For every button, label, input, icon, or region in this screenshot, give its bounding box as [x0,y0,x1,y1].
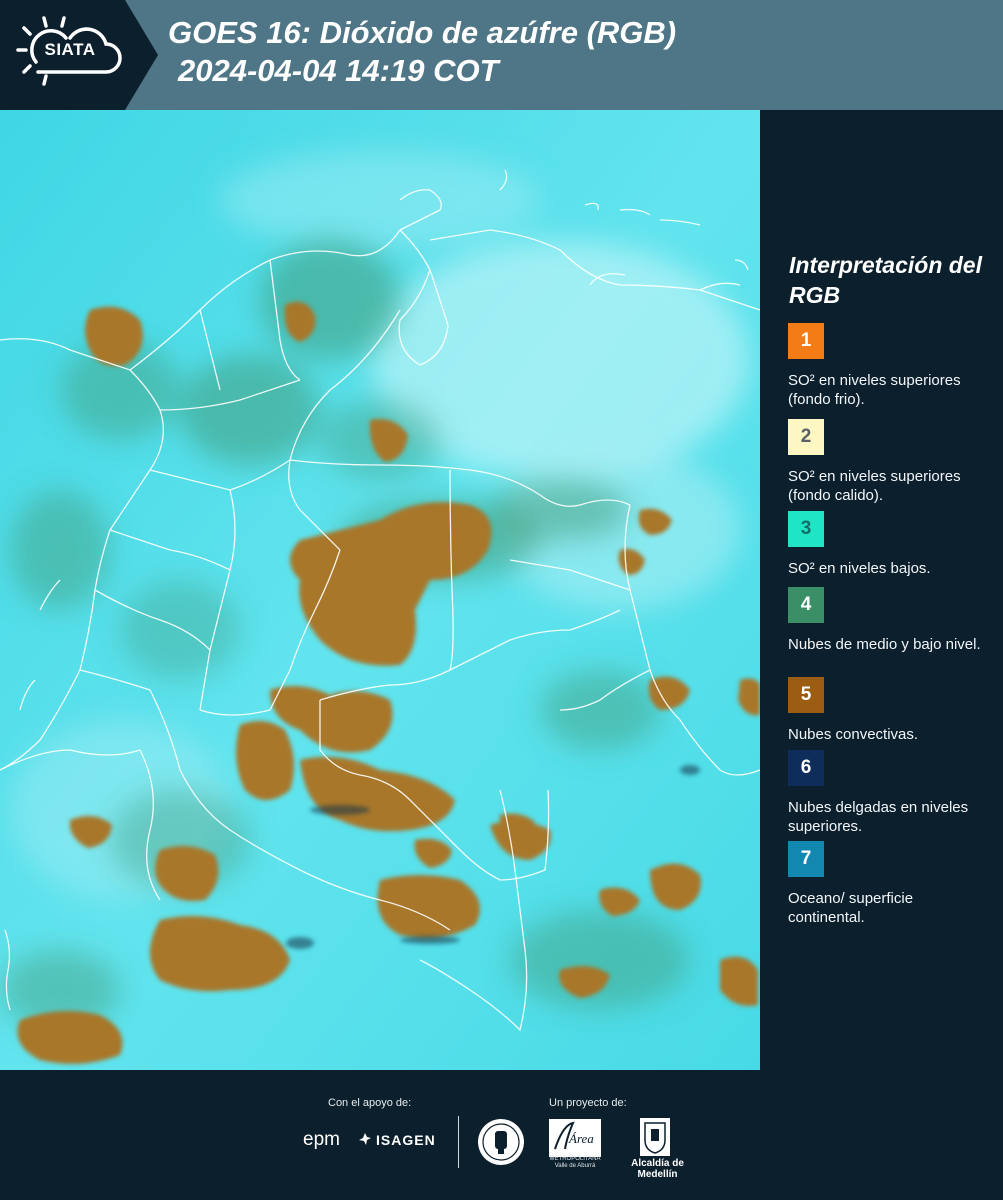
project-label: Un proyecto de: [549,1097,627,1109]
legend-item-6: 6 Nubes delgadas en niveles superiores. [788,750,988,836]
legend-swatch-7: 7 [788,841,824,877]
legend-item-4: 4 Nubes de medio y bajo nivel. [788,587,988,654]
legend-text-6: Nubes delgadas en niveles superiores. [788,799,969,835]
legend-swatch-4: 4 [788,587,824,623]
logo-block: SIATA [0,0,158,110]
legend-item-5: 5 Nubes convectivas. [788,677,988,744]
legend-swatch-3: 3 [788,511,824,547]
footer: Con el apoyo de: Un proyecto de: epm ISA… [0,1070,1003,1200]
epm-logo[interactable]: epm [303,1129,340,1151]
medellin-seal-icon[interactable] [477,1118,525,1166]
legend-text-5: Nubes convectivas. [788,726,919,743]
legend-swatch-5: 5 [788,677,824,713]
title-product: GOES 16: Dióxido de azúfre (RGB) [168,15,677,50]
satellite-image [0,110,760,1070]
legend-item-7: 7 Oceano/ superficie continental. [788,841,988,927]
area-subtitle: METROPOLITANA Valle de Aburrá [549,1156,601,1169]
legend-text-2: SO² en niveles superiores (fondo calido)… [788,468,961,504]
page-title: GOES 16: Dióxido de azúfre (RGB) 2024-04… [168,14,676,90]
legend-text-4: Nubes de medio y bajo nivel. [788,636,981,653]
legend-item-3: 3 SO² en niveles bajos. [788,511,988,578]
legend-text-1: SO² en niveles superiores (fondo frio). [788,372,961,408]
header-bar: SIATA GOES 16: Dióxido de azúfre (RGB) 2… [0,0,1003,110]
satellite-map[interactable] [0,110,762,1070]
legend-item-1: 1 SO² en niveles superiores (fondo frio)… [788,323,988,409]
isagen-logo[interactable]: ISAGEN [376,1132,436,1148]
legend-swatch-1: 1 [788,323,824,359]
legend-title: Interpretación del RGB [789,252,982,308]
area-logo-wordmark: Área [568,1131,594,1146]
legend-swatch-2: 2 [788,419,824,455]
legend-swatch-6: 6 [788,750,824,786]
isagen-mark-icon [359,1133,371,1145]
alcaldia-label: Alcaldía de Medellín [631,1158,684,1180]
legend-text-7: Oceano/ superficie continental. [788,890,914,926]
footer-divider [458,1116,459,1168]
siata-logo-text: SIATA [44,40,96,59]
support-label: Con el apoyo de: [328,1097,412,1109]
legend-text-3: SO² en niveles bajos. [788,560,931,577]
legend-panel: Interpretación del RGB 1 SO² en niveles … [770,110,1003,1070]
alcaldia-shield-icon[interactable] [640,1118,670,1156]
title-timestamp: 2024-04-04 14:19 COT [178,53,499,88]
legend-item-2: 2 SO² en niveles superiores (fondo calid… [788,419,988,505]
area-metropolitana-logo[interactable]: Área [549,1119,601,1157]
